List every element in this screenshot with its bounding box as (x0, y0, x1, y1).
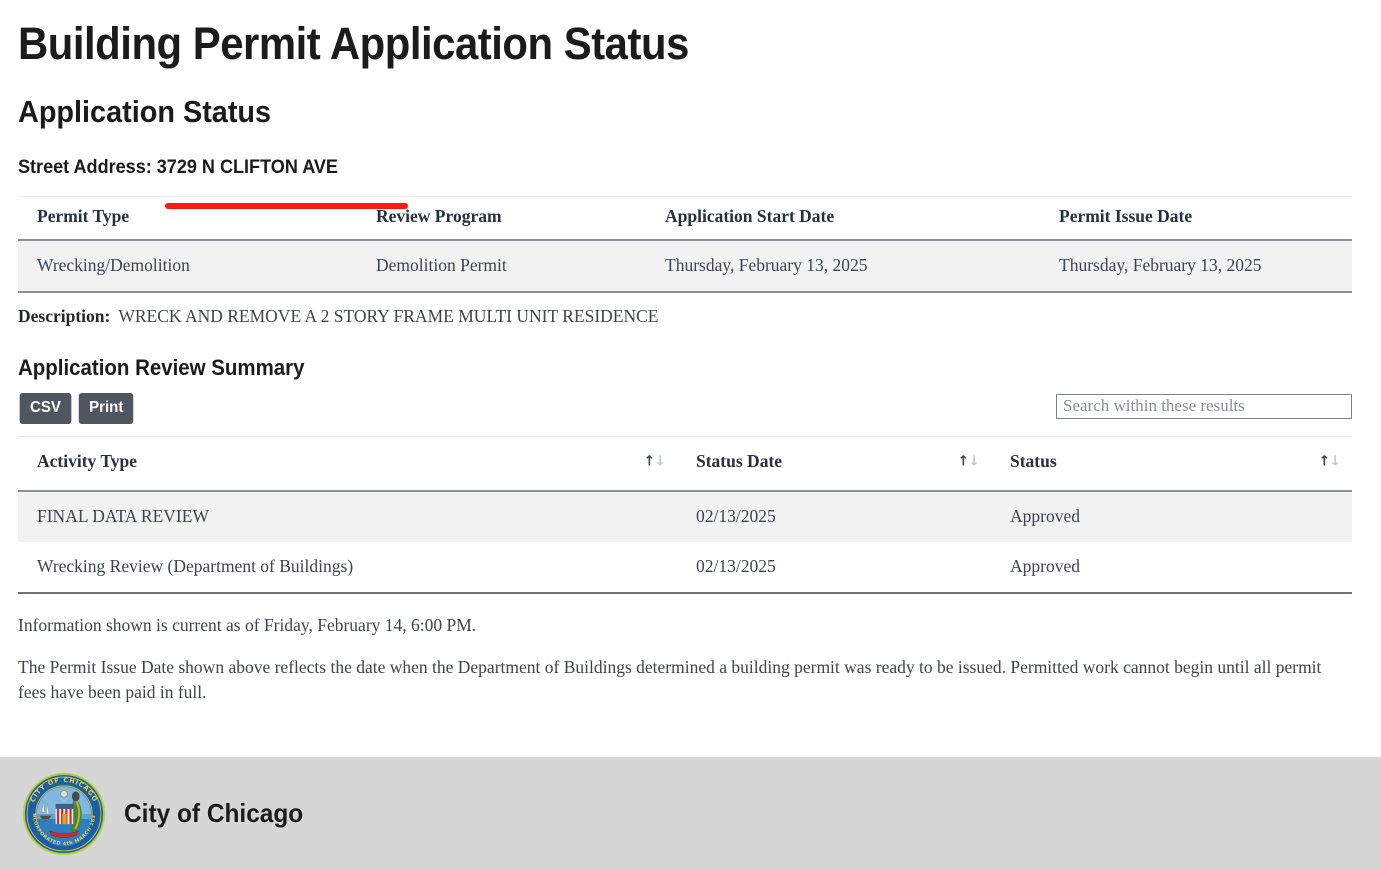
review-header-status-date[interactable]: Status Date ↑↓ (677, 436, 991, 491)
description-label: Description: (18, 306, 110, 326)
review-header-status-date-label: Status Date (696, 451, 782, 471)
review-table-header-row: Activity Type ↑↓ Status Date ↑↓ Status ↑… (18, 436, 1352, 491)
table-row: Wrecking/Demolition Demolition Permit Th… (18, 240, 1352, 292)
page-root: Building Permit Application Status Appli… (0, 0, 1381, 870)
cell-status: Approved (991, 491, 1352, 542)
cell-activity-type: Wrecking Review (Department of Buildings… (18, 542, 677, 593)
sort-down-icon: ↓ (654, 454, 665, 470)
review-table-body: FINAL DATA REVIEW 02/13/2025 Approved Wr… (18, 491, 1352, 593)
review-header-activity-type[interactable]: Activity Type ↑↓ (18, 436, 677, 491)
sort-up-icon: ↑ (1319, 454, 1330, 470)
cell-application-start-date: Thursday, February 13, 2025 (646, 240, 1040, 292)
note-currency: Information shown is current as of Frida… (18, 613, 1352, 638)
sort-up-icon: ↑ (958, 454, 969, 470)
description-value: WRECK AND REMOVE A 2 STORY FRAME MULTI U… (118, 306, 658, 326)
cell-status: Approved (991, 542, 1352, 593)
note-disclaimer: The Permit Issue Date shown above reflec… (18, 655, 1352, 705)
review-header-activity-type-label: Activity Type (37, 451, 137, 471)
sort-icon[interactable]: ↑↓ (644, 455, 665, 469)
review-header-status-label: Status (1010, 451, 1057, 471)
table-row: FINAL DATA REVIEW 02/13/2025 Approved (18, 491, 1352, 542)
search-input[interactable] (1056, 394, 1352, 419)
section-title-application-status: Application Status (18, 67, 1259, 129)
sort-icon[interactable]: ↑↓ (1319, 455, 1340, 469)
section-title-application-review-summary: Application Review Summary (18, 356, 1259, 379)
page-title: Building Permit Application Status (18, 0, 1259, 67)
csv-button[interactable]: CSV (20, 393, 72, 424)
cell-activity-type: FINAL DATA REVIEW (18, 491, 677, 542)
permit-header-permit-issue-date: Permit Issue Date (1040, 197, 1352, 241)
sort-down-icon: ↓ (1329, 454, 1340, 470)
page-content: Building Permit Application Status Appli… (0, 0, 1381, 705)
cell-review-program: Demolition Permit (357, 240, 646, 292)
review-header-status[interactable]: Status ↑↓ (991, 436, 1352, 491)
permit-table-body: Wrecking/Demolition Demolition Permit Th… (18, 240, 1352, 292)
sort-down-icon: ↓ (968, 454, 979, 470)
permit-summary-table: Permit Type Review Program Application S… (18, 196, 1352, 293)
street-address-line: Street Address: 3729 N CLIFTON AVE (18, 128, 338, 179)
cell-permit-issue-date: Thursday, February 13, 2025 (1040, 240, 1352, 292)
cell-permit-type: Wrecking/Demolition (18, 240, 357, 292)
table-row: Wrecking Review (Department of Buildings… (18, 542, 1352, 593)
cell-status-date: 02/13/2025 (677, 542, 991, 593)
review-toolbar: CSV Print (18, 393, 1352, 430)
cell-status-date: 02/13/2025 (677, 491, 991, 542)
city-of-chicago-seal-icon: CITY OF CHICAGO INCORPORATED 4th MARCH 1… (22, 772, 106, 856)
export-button-group: CSV Print (18, 393, 135, 424)
annotation-underline (165, 203, 408, 209)
review-summary-table: Activity Type ↑↓ Status Date ↑↓ Status ↑… (18, 436, 1352, 594)
print-button[interactable]: Print (79, 393, 134, 424)
footer-title: City of Chicago (124, 798, 303, 829)
sort-up-icon: ↑ (644, 454, 655, 470)
site-footer: CITY OF CHICAGO INCORPORATED 4th MARCH 1… (0, 757, 1381, 870)
description-line: Description: WRECK AND REMOVE A 2 STORY F… (18, 306, 1352, 327)
permit-header-application-start-date: Application Start Date (646, 197, 1040, 241)
review-table-head: Activity Type ↑↓ Status Date ↑↓ Status ↑… (18, 436, 1352, 491)
sort-icon[interactable]: ↑↓ (958, 455, 979, 469)
